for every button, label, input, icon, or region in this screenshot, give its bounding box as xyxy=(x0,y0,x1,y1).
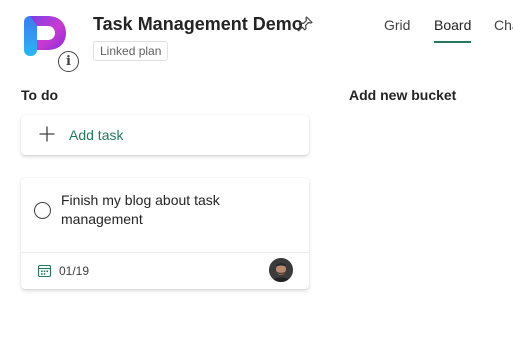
tab-selected-indicator xyxy=(434,41,471,43)
plus-icon xyxy=(39,126,55,142)
calendar-icon xyxy=(37,264,52,278)
task-card-divider xyxy=(21,252,309,253)
task-complete-checkbox[interactable] xyxy=(34,202,51,219)
info-icon[interactable]: i xyxy=(58,51,79,72)
add-task-label: Add task xyxy=(69,127,124,143)
plan-header: i Task Management Demo Linked plan Grid … xyxy=(0,0,513,80)
tab-grid[interactable]: Grid xyxy=(384,17,410,33)
plan-title: Task Management Demo xyxy=(93,14,303,34)
user-avatar[interactable] xyxy=(269,258,293,282)
tab-charts[interactable]: Cha xyxy=(494,17,513,33)
linked-plan-badge[interactable]: Linked plan xyxy=(93,41,169,61)
pin-icon[interactable] xyxy=(296,15,314,33)
bucket-title-todo: To do xyxy=(21,87,59,103)
task-title: Finish my blog about task management xyxy=(61,192,220,227)
task-card[interactable]: Finish my blog about task management 01/… xyxy=(21,178,309,289)
tab-board[interactable]: Board xyxy=(434,17,471,33)
task-due-date: 01/19 xyxy=(59,264,90,278)
add-new-bucket-button[interactable]: Add new bucket xyxy=(349,87,456,103)
add-task-button[interactable]: Add task xyxy=(21,115,309,155)
